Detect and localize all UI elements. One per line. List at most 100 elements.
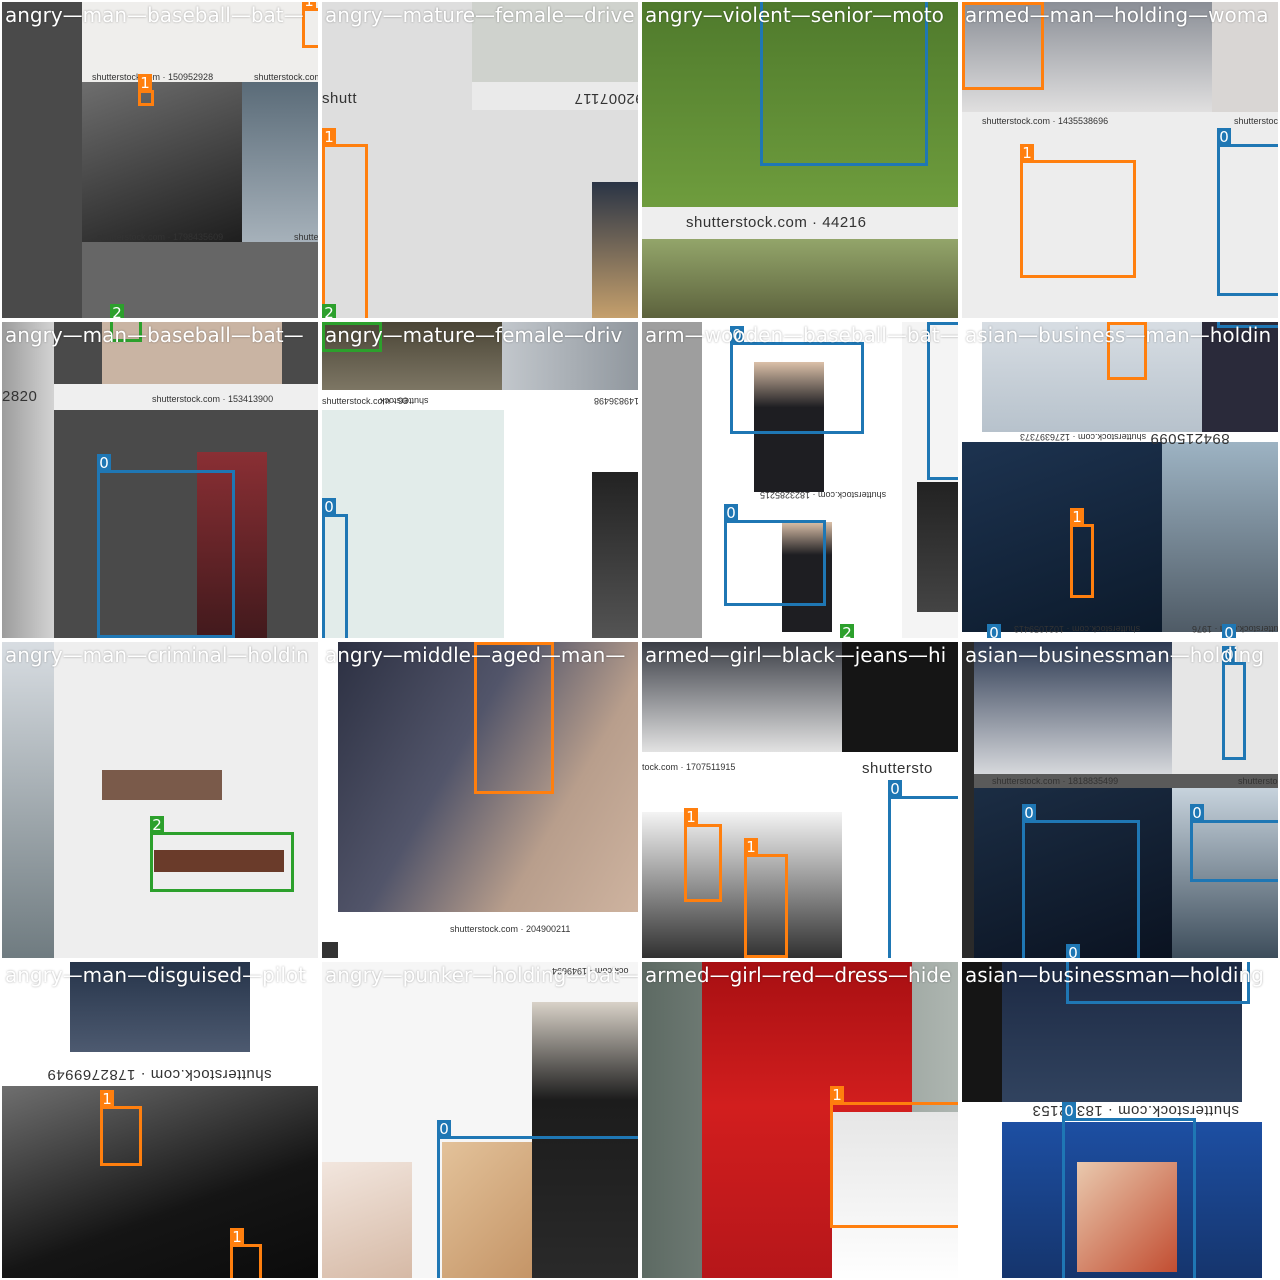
photo-region <box>592 472 638 638</box>
detection-box: 1 <box>322 128 368 318</box>
tile-filename: angry—man—baseball—bat— <box>5 323 304 347</box>
tile-filename: asian—businessman—holding <box>965 963 1264 987</box>
class-label: 1 <box>1070 508 1084 526</box>
photo-region <box>1162 442 1278 632</box>
photo-region <box>2 322 54 638</box>
watermark-text: shutterstock.com <box>254 72 320 82</box>
photo-region <box>962 642 974 958</box>
detection-box: 0 <box>730 326 864 434</box>
watermark-text: shutterstock.com · 153413900 <box>152 394 274 404</box>
mosaic-tile: shutterstock.com · 93 shutterstock 14983… <box>320 320 640 640</box>
photo-region <box>642 322 702 638</box>
class-label: 0 <box>888 780 902 798</box>
mosaic-tile: shutterstock.com · 1276397373 894215099 … <box>960 320 1280 640</box>
watermark-text: shutterstock <box>294 232 319 242</box>
detection-box: 0 <box>1062 1102 1196 1278</box>
watermark-text: 92007117 <box>574 90 640 107</box>
photo-region <box>2 1086 318 1278</box>
mosaic-tile: shutterstock.com · 150952928 shutterstoc… <box>0 0 320 320</box>
detection-box: 0 <box>1222 646 1246 760</box>
class-label: 1 <box>302 2 316 10</box>
watermark-text: shuttersto <box>862 760 933 777</box>
watermark-text: shutterstock <box>380 396 429 406</box>
mosaic-tile: shutt 92007117 angry—mature—female—drive… <box>320 0 640 320</box>
watermark-text: shutterstock.com · 1798435609 <box>97 232 224 242</box>
mosaic-tile: shutterstock.com · 1782769949 angry—man—… <box>0 960 320 1280</box>
detection-box: 1 <box>138 74 154 106</box>
tile-filename: angry—punker—holding—bat— <box>325 963 640 987</box>
tile-filename: armed—girl—red—dress—hide <box>645 963 952 987</box>
tile-filename: angry—mature—female—drive <box>325 3 635 27</box>
class-label: 0 <box>322 498 336 516</box>
detection-box: 1 <box>100 1090 142 1166</box>
class-label: 0 <box>1062 1102 1076 1120</box>
watermark-text: shutterstock.com · 204900211 <box>450 924 571 934</box>
detection-box: 0 <box>437 1120 638 1278</box>
watermark-text: shutterstock.com <box>1234 116 1279 126</box>
class-label: 0 <box>1217 128 1231 146</box>
photo-region <box>642 239 958 318</box>
mosaic-tile: shutterstock.com · 1818835499 shuttersto… <box>960 640 1280 960</box>
watermark-text: 149836498 <box>594 396 640 406</box>
mosaic-tile: shutterstock.com · 44216 angry—violent—s… <box>640 0 960 320</box>
class-label: 0 <box>1022 804 1036 822</box>
tile-filename: arm—wooden—baseball—bat— <box>645 323 960 347</box>
class-label: 2 <box>110 304 124 318</box>
watermark-text: shutterstock <box>1238 776 1278 786</box>
class-label: 2 <box>150 816 164 834</box>
photo-region <box>2 2 82 318</box>
detection-box: 0 <box>724 504 826 606</box>
detection-box: 0 <box>1190 804 1278 882</box>
watermark-text: shutterstock.com · 1435538696 <box>982 116 1109 126</box>
watermark-text: tock.com · 1707511915 <box>642 762 736 772</box>
class-label: 0 <box>1066 944 1080 958</box>
detection-box: 1 <box>744 838 788 958</box>
class-label: 2 <box>840 624 854 638</box>
detection-box: 0 <box>1217 128 1278 296</box>
tile-filename: angry—man—criminal—holdin <box>5 643 309 667</box>
tile-filename: angry—violent—senior—moto <box>645 3 944 27</box>
mosaic-tile: 2820 shutterstock.com · 153413900 angry—… <box>0 320 320 640</box>
mosaic-tile: shutterstock.com · 1823285215 arm—wooden… <box>640 320 960 640</box>
watermark-text: shutterstock.com · 150952928 <box>92 72 214 82</box>
watermark-text: shutterstock.com · 1818835499 <box>992 776 1119 786</box>
tile-filename: angry—man—baseball—bat— <box>5 3 304 27</box>
detection-box: 1 <box>1070 508 1094 598</box>
tile-filename: armed—girl—black—jeans—hi <box>645 643 947 667</box>
detection-box: 1 <box>830 1086 958 1228</box>
photo-region <box>102 770 222 800</box>
mosaic-tile: shutterstock.com · 1435538696 shuttersto… <box>960 0 1280 320</box>
class-label: 1 <box>744 838 758 856</box>
watermark-text: shutterstock.com · 1782769949 <box>47 1066 272 1083</box>
mosaic-tile: angry—man—criminal—holdin 2 <box>0 640 320 960</box>
photo-region <box>592 182 638 318</box>
detection-mosaic: shutterstock.com · 150952928 shutterstoc… <box>0 0 1280 1280</box>
class-label: 0 <box>97 454 111 472</box>
detection-box: 1 <box>230 1228 262 1278</box>
photo-region <box>82 82 242 242</box>
class-label: 1 <box>230 1228 244 1246</box>
photo-region <box>322 410 504 638</box>
watermark-text: shutterstock.com · 1823285215 <box>760 490 887 500</box>
photo-region <box>642 812 842 958</box>
tile-filename: angry—mature—female—driv <box>325 323 623 347</box>
class-label: 0 <box>724 504 738 522</box>
detection-box: 1 <box>1020 144 1136 278</box>
watermark-text: shutterstock.com · 1276397373 <box>1020 432 1147 442</box>
photo-region <box>962 442 1162 632</box>
watermark-text: shutterstock.com · 1976 <box>1192 624 1280 634</box>
watermark-text: shutterstock.com · 44216 <box>686 214 867 231</box>
tile-filename: asian—business—man—holdin <box>965 323 1272 347</box>
mosaic-tile: ock.com · 1949694 angry—punker—holding—b… <box>320 960 640 1280</box>
tile-filename: armed—man—holding—woma <box>965 3 1269 27</box>
photo-region <box>322 942 338 958</box>
photo-region <box>242 82 318 242</box>
watermark-text: shutt <box>322 90 358 107</box>
class-label: 0 <box>437 1120 451 1138</box>
class-label: 1 <box>830 1086 844 1104</box>
class-label: 1 <box>100 1090 114 1108</box>
tile-filename: asian—businessman—holding <box>965 643 1264 667</box>
class-label: 0 <box>1190 804 1204 822</box>
detection-box: 0 <box>97 454 235 638</box>
class-label: 0 <box>1222 624 1236 638</box>
